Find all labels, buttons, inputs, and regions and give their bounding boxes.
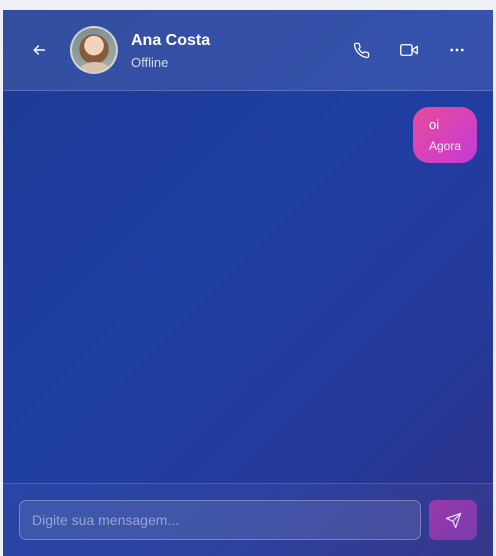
back-button[interactable] xyxy=(27,38,51,62)
message-time: Agora xyxy=(429,139,462,153)
call-button[interactable] xyxy=(349,38,373,62)
contact-name: Ana Costa xyxy=(131,32,211,49)
message-bubble-sent[interactable]: oi Agora xyxy=(413,107,477,163)
contact-status: Offline xyxy=(131,55,169,70)
message-text: oi xyxy=(429,117,440,132)
message-composer xyxy=(3,483,493,556)
more-horizontal-icon xyxy=(450,48,464,52)
message-input[interactable] xyxy=(19,500,421,540)
page-top-strip xyxy=(0,0,496,10)
send-icon xyxy=(445,512,461,528)
phone-icon xyxy=(353,42,369,58)
more-options-button[interactable] xyxy=(445,38,469,62)
chat-window: Ana Costa Offline oi Agora xyxy=(3,10,493,556)
video-icon xyxy=(400,44,418,56)
avatar-shoulders xyxy=(80,62,110,72)
avatar[interactable] xyxy=(70,26,118,74)
video-call-button[interactable] xyxy=(397,38,421,62)
message-list: oi Agora xyxy=(3,91,493,483)
chat-header: Ana Costa Offline xyxy=(3,10,493,91)
send-button[interactable] xyxy=(429,500,477,540)
arrow-left-icon xyxy=(33,45,46,55)
